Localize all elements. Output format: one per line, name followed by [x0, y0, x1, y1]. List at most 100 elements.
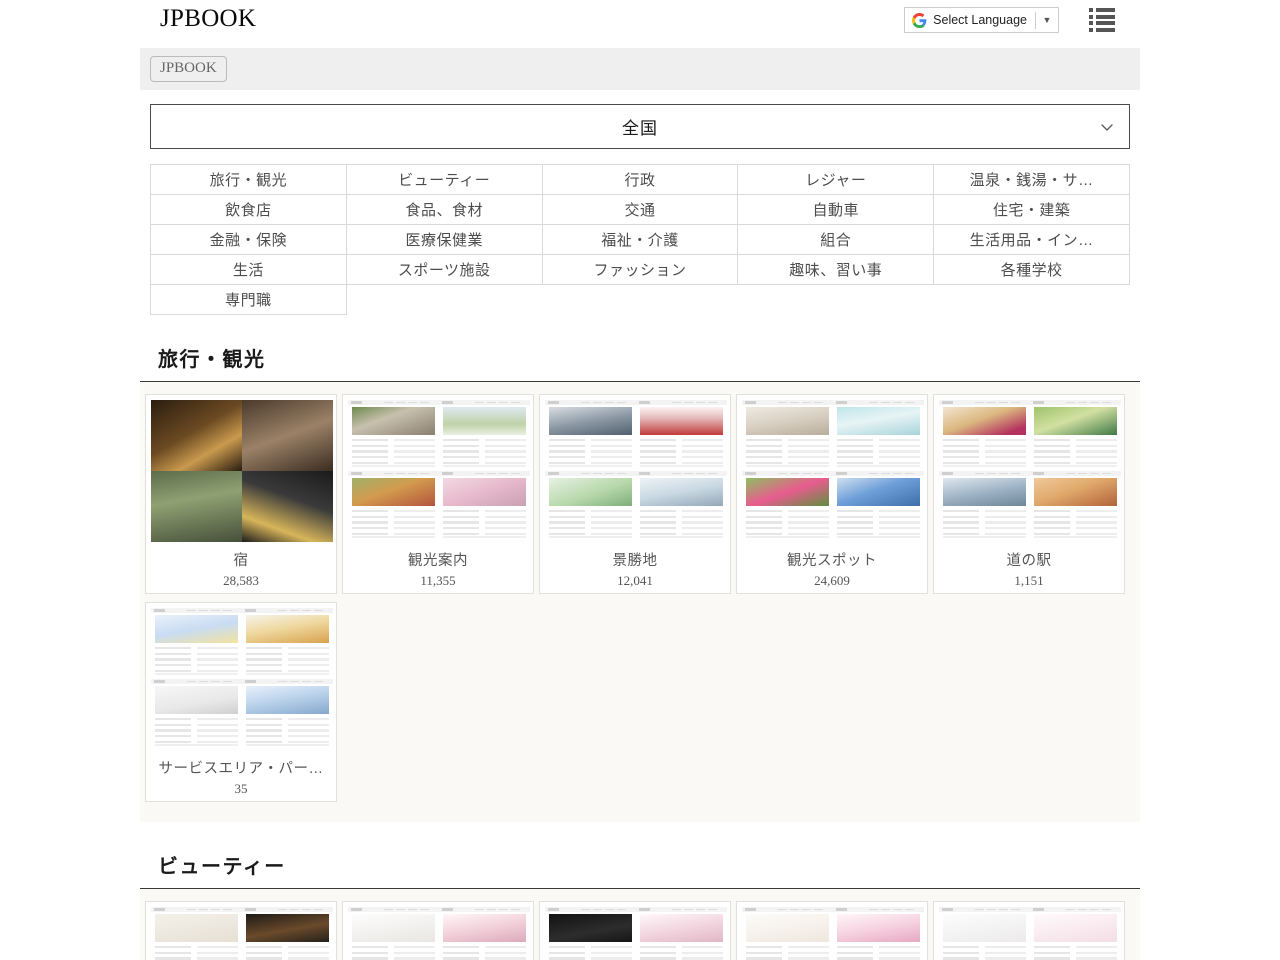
category-cell[interactable]: 行政: [542, 165, 738, 195]
category-cell[interactable]: ビューティー: [346, 165, 542, 195]
thumbnail-tile: [545, 907, 636, 960]
thumbnail-tile: [242, 907, 333, 960]
thumbnail-tile: [1030, 471, 1121, 542]
category-card[interactable]: 景勝地 12,041: [539, 394, 731, 594]
category-card[interactable]: [539, 901, 731, 960]
card-title: 宿: [151, 549, 331, 570]
thumbnail-tile: [833, 907, 924, 960]
region-select-wrap: 全国: [150, 104, 1130, 149]
thumbnail-tile: [151, 608, 242, 679]
card-title: 景勝地: [545, 549, 725, 570]
category-cell[interactable]: 交通: [542, 195, 738, 225]
card-thumbnail: [151, 400, 333, 542]
card-thumbnail: [151, 608, 333, 750]
category-cell[interactable]: 住宅・建築: [934, 195, 1130, 225]
category-card[interactable]: 観光案内11,355: [342, 394, 534, 594]
thumbnail-tile: [545, 400, 636, 471]
thumbnail-tile: [636, 471, 727, 542]
category-cell[interactable]: 各種学校: [934, 255, 1130, 285]
region-select[interactable]: 全国: [150, 104, 1130, 149]
site-logo[interactable]: JPBOOK: [160, 6, 256, 31]
card-thumbnail: [348, 907, 530, 960]
card-title: 観光案内: [348, 549, 528, 570]
category-cell[interactable]: 医療保健業: [346, 225, 542, 255]
thumbnail-tile: [242, 608, 333, 679]
category-table-row: 専門職: [151, 285, 1130, 315]
category-cell[interactable]: 金融・保険: [151, 225, 347, 255]
card-count: 24,609: [742, 573, 922, 589]
section-title: 旅行・観光: [158, 343, 1140, 372]
category-cell[interactable]: 生活用品・イン…: [934, 225, 1130, 255]
category-cell[interactable]: ファッション: [542, 255, 738, 285]
category-table-row: 生活スポーツ施設ファッション趣味、習い事各種学校: [151, 255, 1130, 285]
thumbnail-tile: [348, 400, 439, 471]
thumbnail-tile: [348, 471, 439, 542]
thumbnail-tile: [439, 400, 530, 471]
card-count: 12,041: [545, 573, 725, 589]
category-card[interactable]: [933, 901, 1125, 960]
thumbnail-tile: [348, 907, 439, 960]
category-cell[interactable]: 趣味、習い事: [738, 255, 934, 285]
thumbnail-tile: [242, 471, 333, 542]
thumbnail-tile: [151, 907, 242, 960]
category-cell-empty: [346, 285, 542, 315]
chevron-down-icon[interactable]: ▼: [1036, 16, 1058, 25]
category-table-row: 金融・保険医療保健業福祉・介護組合生活用品・イン…: [151, 225, 1130, 255]
category-card[interactable]: [342, 901, 534, 960]
thumbnail-tile: [151, 471, 242, 542]
thumbnail-tile: [636, 400, 727, 471]
category-cell[interactable]: 飲食店: [151, 195, 347, 225]
card-grid: 宿 28,583 観光案内11,355 景勝地 12,041 観光スポット 24,609 道の…: [140, 382, 1140, 822]
chevron-down-icon: [1100, 120, 1114, 134]
thumbnail-tile: [742, 907, 833, 960]
card-thumbnail: [939, 907, 1121, 960]
category-cell[interactable]: 温泉・銭湯・サ…: [934, 165, 1130, 195]
thumbnail-tile: [151, 679, 242, 750]
card-title: 観光スポット: [742, 549, 922, 570]
category-cell[interactable]: 専門職: [151, 285, 347, 315]
section-header: 旅行・観光: [140, 315, 1140, 382]
thumbnail-tile: [545, 471, 636, 542]
breadcrumb-item-jpbook[interactable]: JPBOOK: [150, 56, 227, 82]
category-cell-empty: [542, 285, 738, 315]
thumbnail-tile: [939, 907, 1030, 960]
category-cell-empty: [934, 285, 1130, 315]
page-root: JPBOOK Select Language ▼: [0, 0, 1280, 960]
category-cell[interactable]: 旅行・観光: [151, 165, 347, 195]
card-thumbnail: [545, 400, 727, 542]
category-card[interactable]: 観光スポット 24,609: [736, 394, 928, 594]
breadcrumb: JPBOOK: [140, 48, 1140, 90]
thumbnail-tile: [636, 907, 727, 960]
category-cell[interactable]: レジャー: [738, 165, 934, 195]
category-cell[interactable]: 食品、食材: [346, 195, 542, 225]
google-g-icon: [912, 13, 927, 28]
header-right-cluster: Select Language ▼: [904, 7, 1115, 33]
category-section: ビューティー: [140, 822, 1140, 960]
language-selector[interactable]: Select Language ▼: [904, 7, 1059, 33]
section-header: ビューティー: [140, 822, 1140, 889]
category-cell[interactable]: 自動車: [738, 195, 934, 225]
category-card[interactable]: [736, 901, 928, 960]
list-menu-icon[interactable]: [1089, 8, 1115, 32]
thumbnail-tile: [439, 907, 530, 960]
category-card[interactable]: 道の駅1,151: [933, 394, 1125, 594]
category-cell[interactable]: 福祉・介護: [542, 225, 738, 255]
card-thumbnail: [742, 400, 924, 542]
card-thumbnail: [151, 907, 333, 960]
card-count: 28,583: [151, 573, 331, 589]
thumbnail-tile: [833, 471, 924, 542]
category-table: 旅行・観光ビューティー行政レジャー温泉・銭湯・サ… 飲食店食品、食材交通自動車住宅…: [150, 164, 1130, 315]
site-header: JPBOOK Select Language ▼: [0, 0, 1280, 42]
category-cell[interactable]: 組合: [738, 225, 934, 255]
category-card[interactable]: 宿 28,583: [145, 394, 337, 594]
category-card[interactable]: サービスエリア・パー…35: [145, 602, 337, 802]
region-select-value: 全国: [622, 114, 658, 139]
card-thumbnail: [939, 400, 1121, 542]
card-thumbnail: [348, 400, 530, 542]
thumbnail-tile: [242, 679, 333, 750]
card-title: 道の駅: [939, 549, 1119, 570]
category-cell[interactable]: 生活: [151, 255, 347, 285]
thumbnail-tile: [833, 400, 924, 471]
category-cell[interactable]: スポーツ施設: [346, 255, 542, 285]
category-card[interactable]: [145, 901, 337, 960]
